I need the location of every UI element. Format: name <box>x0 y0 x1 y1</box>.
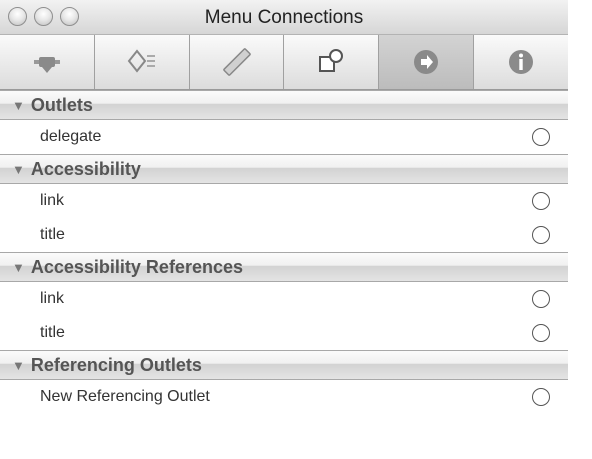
section-title: Accessibility <box>30 158 141 179</box>
tab-info[interactable] <box>474 35 568 89</box>
connection-circle-icon[interactable] <box>532 290 550 308</box>
section-header-outlets[interactable]: ▼ Outlets <box>0 90 568 120</box>
identity-icon <box>319 49 344 72</box>
outlet-label: title <box>40 324 65 341</box>
inspector-window: Menu Connections ▼ Outlets delegate ▼ Ac… <box>0 0 568 459</box>
disclosure-triangle-icon[interactable]: ▼ <box>12 162 25 177</box>
connection-circle-icon[interactable] <box>532 128 550 146</box>
referencing-outlet-row-new: New Referencing Outlet <box>0 380 568 414</box>
section-header-referencing-outlets[interactable]: ▼ Referencing Outlets <box>0 350 568 380</box>
connections-list: ▼ Outlets delegate ▼ Accessibility link … <box>0 90 568 414</box>
accessibility-reference-row-title: title <box>0 316 568 350</box>
accessibility-reference-row-link: link <box>0 282 568 316</box>
tab-size[interactable] <box>190 35 285 89</box>
outlet-label: title <box>40 226 65 243</box>
bindings-icon <box>33 57 60 73</box>
section-title: Referencing Outlets <box>30 354 202 375</box>
connections-arrow-icon <box>414 50 439 74</box>
right-margin <box>568 90 592 459</box>
connection-circle-icon[interactable] <box>532 388 550 406</box>
outlet-label: delegate <box>40 128 102 145</box>
disclosure-triangle-icon[interactable]: ▼ <box>12 98 25 113</box>
connection-circle-icon[interactable] <box>532 192 550 210</box>
title-bar[interactable]: Menu Connections <box>0 0 568 35</box>
outlet-row-delegate: delegate <box>0 120 568 154</box>
disclosure-triangle-icon[interactable]: ▼ <box>12 358 25 373</box>
section-header-accessibility[interactable]: ▼ Accessibility <box>0 154 568 184</box>
outlet-label: link <box>40 290 65 307</box>
attributes-icon <box>127 49 155 73</box>
outlet-label: link <box>40 192 65 209</box>
info-icon <box>509 50 534 74</box>
outlet-label: New Referencing Outlet <box>40 388 210 405</box>
tab-attributes[interactable] <box>95 35 190 89</box>
accessibility-row-title: title <box>0 218 568 252</box>
tab-identity[interactable] <box>284 35 380 89</box>
section-header-accessibility-references[interactable]: ▼ Accessibility References <box>0 252 568 282</box>
accessibility-row-link: link <box>0 184 568 218</box>
section-title: Outlets <box>30 94 93 115</box>
connection-circle-icon[interactable] <box>532 324 550 342</box>
tab-connections[interactable] <box>379 35 475 89</box>
inspector-toolbar <box>0 35 568 90</box>
section-title: Accessibility References <box>30 256 243 277</box>
window-title: Menu Connections <box>204 7 364 28</box>
size-ruler-icon <box>222 48 251 76</box>
tab-bindings[interactable] <box>0 35 95 89</box>
disclosure-triangle-icon[interactable]: ▼ <box>12 260 25 275</box>
connection-circle-icon[interactable] <box>532 226 550 244</box>
